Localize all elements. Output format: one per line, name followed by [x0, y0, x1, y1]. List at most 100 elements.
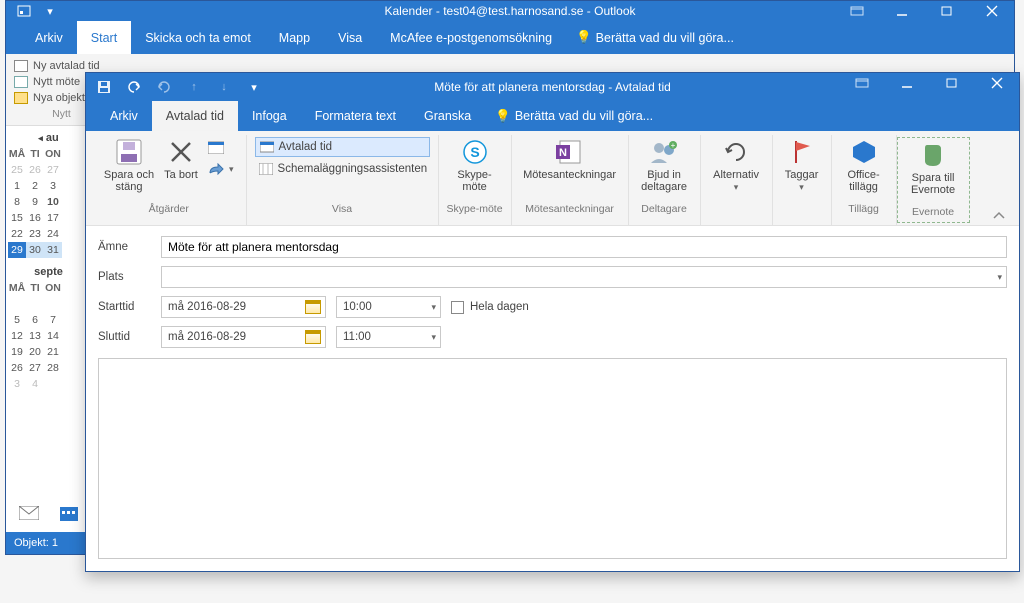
- avtalad-tid-view-label: Avtalad tid: [279, 141, 333, 153]
- day-cell[interactable]: 24: [44, 226, 62, 242]
- day-cell[interactable]: 1: [8, 178, 26, 194]
- day-cell[interactable]: 17: [44, 210, 62, 226]
- maximize-button[interactable]: [924, 1, 969, 21]
- day-cell[interactable]: 4: [26, 376, 44, 392]
- day-cell[interactable]: 27: [26, 360, 44, 376]
- new-items-button[interactable]: Nya objekt: [14, 92, 85, 104]
- tab-avtalad-tid[interactable]: Avtalad tid: [152, 101, 238, 131]
- day-cell[interactable]: 12: [8, 328, 26, 344]
- tab-skicka-ta-emot[interactable]: Skicka och ta emot: [131, 21, 265, 54]
- all-day-checkbox-wrap[interactable]: Hela dagen: [451, 301, 529, 314]
- skype-meeting-button[interactable]: S Skype-möte: [449, 135, 501, 194]
- day-cell[interactable]: 13: [26, 328, 44, 344]
- appointment-icon: [14, 60, 28, 72]
- day-cell[interactable]: [8, 296, 26, 312]
- day-cell[interactable]: [44, 296, 62, 312]
- save-and-close-button[interactable]: Spara och stäng: [100, 135, 158, 194]
- day-cell[interactable]: 19: [8, 344, 26, 360]
- minimize-button[interactable]: [884, 73, 929, 93]
- tab-start[interactable]: Start: [77, 21, 131, 54]
- calendar-quick-icon[interactable]: [204, 137, 238, 157]
- day-cell[interactable]: 3: [44, 178, 62, 194]
- tab-arkiv[interactable]: Arkiv: [21, 21, 77, 54]
- all-day-checkbox[interactable]: [451, 301, 464, 314]
- day-cell[interactable]: 20: [26, 344, 44, 360]
- day-cell[interactable]: 9: [26, 194, 44, 210]
- down-arrow-icon[interactable]: ↓: [216, 79, 232, 95]
- evernote-icon: [918, 140, 948, 170]
- qat-icon[interactable]: [16, 3, 32, 19]
- tab-arkiv[interactable]: Arkiv: [96, 101, 152, 131]
- new-appointment-button[interactable]: Ny avtalad tid: [14, 60, 100, 72]
- subject-input[interactable]: [161, 236, 1007, 258]
- day-cell[interactable]: 26: [8, 360, 26, 376]
- day-cell[interactable]: 5: [8, 312, 26, 328]
- meeting-notes-button[interactable]: N Mötesanteckningar: [520, 135, 620, 181]
- tell-me-search[interactable]: 💡 Berätta vad du vill göra...: [485, 101, 653, 131]
- delete-button[interactable]: Ta bort: [162, 135, 200, 181]
- day-cell[interactable]: 6: [26, 312, 44, 328]
- day-cell[interactable]: 23: [26, 226, 44, 242]
- ribbon-display-icon[interactable]: [839, 73, 884, 93]
- save-icon[interactable]: [96, 79, 112, 95]
- qat-dropdown-icon[interactable]: ▾: [246, 79, 262, 95]
- close-button[interactable]: [974, 73, 1019, 93]
- start-date-picker[interactable]: må 2016-08-29: [161, 296, 326, 318]
- day-cell[interactable]: 3: [8, 376, 26, 392]
- collapse-ribbon-icon[interactable]: [985, 207, 1013, 225]
- avtalad-tid-view-button[interactable]: Avtalad tid: [255, 137, 430, 157]
- scheduling-assistant-button[interactable]: Schemaläggningsassistenten: [255, 159, 430, 179]
- save-and-close-label: Spara och stäng: [100, 169, 158, 194]
- day-cell[interactable]: 15: [8, 210, 26, 226]
- new-meeting-button[interactable]: Nytt möte: [14, 76, 80, 88]
- appointment-body-editor[interactable]: [98, 358, 1007, 559]
- day-cell[interactable]: 21: [44, 344, 62, 360]
- tab-visa[interactable]: Visa: [324, 21, 376, 54]
- tags-button[interactable]: Taggar▾: [781, 135, 823, 194]
- save-to-evernote-button[interactable]: Spara till Evernote: [906, 138, 961, 197]
- maximize-button[interactable]: [929, 73, 974, 93]
- forward-quick-icon[interactable]: ▾: [204, 159, 238, 179]
- minimize-button[interactable]: [879, 1, 924, 21]
- day-cell[interactable]: 22: [8, 226, 26, 242]
- tab-granska[interactable]: Granska: [410, 101, 485, 131]
- start-time-picker[interactable]: 10:00 ▾: [336, 296, 441, 318]
- new-items-label: Nya objekt: [33, 92, 85, 104]
- end-time-picker[interactable]: 11:00 ▾: [336, 326, 441, 348]
- appointment-menubar: Arkiv Avtalad tid Infoga Formatera text …: [86, 101, 1019, 131]
- day-cell[interactable]: 26: [26, 162, 44, 178]
- tell-me-search[interactable]: 💡 Berätta vad du vill göra...: [566, 21, 734, 54]
- day-cell[interactable]: 14: [44, 328, 62, 344]
- redo-icon[interactable]: [156, 79, 172, 95]
- day-cell[interactable]: 28: [44, 360, 62, 376]
- up-arrow-icon[interactable]: ↑: [186, 79, 202, 95]
- day-cell[interactable]: 16: [26, 210, 44, 226]
- location-combo[interactable]: ▾: [161, 266, 1007, 288]
- day-cell[interactable]: [44, 376, 62, 392]
- options-button[interactable]: Alternativ▾: [709, 135, 764, 194]
- close-button[interactable]: [969, 1, 1014, 21]
- tab-mapp[interactable]: Mapp: [265, 21, 324, 54]
- day-cell[interactable]: 8: [8, 194, 26, 210]
- mail-icon[interactable]: [16, 502, 42, 524]
- day-cell[interactable]: 30: [26, 242, 44, 258]
- day-cell[interactable]: 27: [44, 162, 62, 178]
- tab-infoga[interactable]: Infoga: [238, 101, 301, 131]
- day-cell-selected[interactable]: 29: [8, 242, 26, 258]
- day-cell[interactable]: 2: [26, 178, 44, 194]
- office-addins-button[interactable]: Office-tillägg: [840, 135, 888, 194]
- tab-mcafee[interactable]: McAfee e-postgenomsökning: [376, 21, 566, 54]
- calendar-icon[interactable]: [56, 502, 82, 524]
- ribbon-display-icon[interactable]: [834, 1, 879, 21]
- invite-attendees-button[interactable]: + Bjud in deltagare: [637, 135, 692, 194]
- tab-formatera-text[interactable]: Formatera text: [301, 101, 410, 131]
- day-cell[interactable]: 31: [44, 242, 62, 258]
- day-cell[interactable]: 25: [8, 162, 26, 178]
- undo-icon[interactable]: [126, 79, 142, 95]
- qat-dropdown-icon[interactable]: ▾: [42, 3, 58, 19]
- day-cell[interactable]: 7: [44, 312, 62, 328]
- day-cell[interactable]: [26, 296, 44, 312]
- end-date-picker[interactable]: må 2016-08-29: [161, 326, 326, 348]
- meeting-notes-label: Mötesanteckningar: [523, 169, 616, 181]
- day-cell[interactable]: 10: [44, 194, 62, 210]
